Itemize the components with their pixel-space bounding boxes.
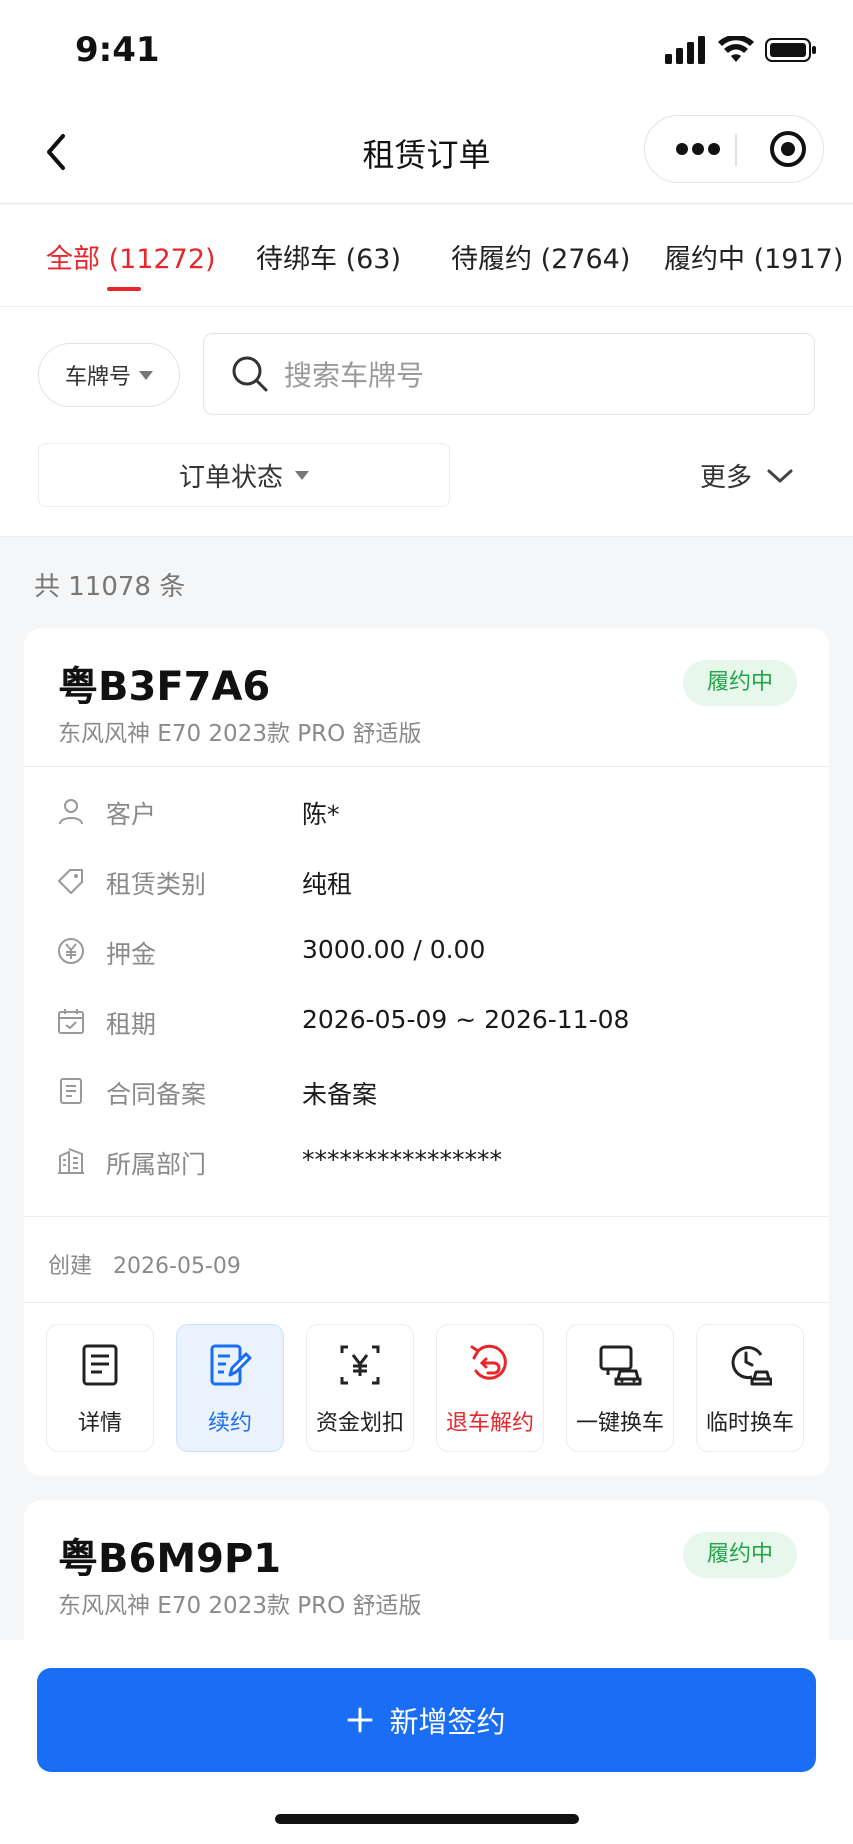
order-status-label: 订单状态	[178, 462, 283, 493]
edit-contract-icon	[177, 1341, 283, 1389]
wifi-icon	[717, 36, 754, 62]
more-button[interactable]	[665, 116, 731, 182]
return-terminate-button[interactable]: 退车解约	[436, 1324, 544, 1452]
field-label: 客户	[106, 800, 157, 829]
caret-down-icon	[295, 470, 309, 480]
miniapp-capsule	[644, 115, 824, 183]
action-label: 资金划扣	[315, 1411, 404, 1436]
home-indicator	[275, 1814, 579, 1824]
tag-icon	[54, 864, 88, 898]
plate-type-dropdown[interactable]: 车牌号	[38, 343, 180, 407]
temp-swap-car-button[interactable]: 临时换车	[696, 1324, 804, 1452]
user-icon	[54, 794, 88, 828]
quick-swap-car-button[interactable]: 一键换车	[566, 1324, 674, 1452]
field-value: 2026-05-09 ~ 2026-11-08	[302, 1005, 630, 1034]
more-filter-label: 更多	[700, 463, 753, 493]
status-bar: 9:41	[0, 0, 853, 100]
field-label: 所属部门	[106, 1150, 207, 1179]
close-miniapp-button[interactable]	[755, 116, 821, 182]
field-value: 未备案	[302, 1080, 378, 1109]
info-row-department: 所属部门 ****************	[54, 1142, 794, 1182]
status-badge: 履约中	[682, 660, 797, 706]
action-label: 临时换车	[705, 1411, 794, 1436]
caret-down-icon	[139, 370, 153, 380]
action-label: 续约	[207, 1411, 252, 1436]
status-icons	[664, 36, 817, 70]
capsule-divider	[735, 134, 737, 166]
add-contract-button[interactable]: 新增签约	[37, 1668, 816, 1772]
plate-number: 粤B3F7A6	[58, 664, 271, 710]
search-input[interactable]: 搜索车牌号	[203, 333, 815, 415]
detail-icon	[47, 1341, 153, 1389]
vehicle-model: 东风风神 E70 2023款 PRO 舒适版	[58, 721, 422, 747]
signal-icon	[664, 36, 705, 64]
order-card[interactable]: 粤B3F7A6 东风风神 E70 2023款 PRO 舒适版 履约中 客户 陈*…	[24, 628, 829, 1476]
divider	[24, 1302, 829, 1303]
more-filter-button[interactable]: 更多	[700, 457, 794, 494]
tab-pending-fulfill[interactable]: 待履约 (2764)	[451, 237, 630, 276]
calendar-icon	[54, 1004, 88, 1038]
tab-all[interactable]: 全部 (11272)	[46, 237, 216, 276]
add-contract-label: 新增签约	[389, 1705, 506, 1739]
field-label: 租赁类别	[106, 870, 207, 899]
search-placeholder: 搜索车牌号	[284, 359, 425, 392]
bottom-bar: 新增签约	[0, 1640, 853, 1844]
tab-fulfilling[interactable]: 履约中 (1917)	[664, 237, 843, 276]
more-dots-icon	[676, 143, 720, 155]
order-status-dropdown[interactable]: 订单状态	[38, 443, 450, 507]
action-label: 一键换车	[575, 1411, 664, 1436]
active-tab-indicator	[107, 287, 141, 291]
field-value: 3000.00 / 0.00	[302, 935, 486, 964]
filter-area: 车牌号 搜索车牌号 订单状态 更多	[0, 307, 853, 537]
tab-pending-bind[interactable]: 待绑车 (63)	[256, 237, 401, 276]
field-label: 租期	[106, 1010, 157, 1039]
field-value: 陈*	[302, 800, 340, 829]
action-label: 详情	[77, 1411, 122, 1436]
info-row-lease-term: 租期 2026-05-09 ~ 2026-11-08	[54, 1002, 794, 1042]
yuan-icon	[54, 934, 88, 968]
plate-type-label: 车牌号	[64, 365, 131, 390]
document-icon	[54, 1074, 88, 1108]
target-close-icon	[770, 131, 806, 167]
field-value: ****************	[302, 1145, 502, 1174]
plus-icon	[347, 1707, 373, 1733]
field-label: 合同备案	[106, 1080, 207, 1109]
info-row-deposit: 押金 3000.00 / 0.00	[54, 932, 794, 972]
nav-bar: 租赁订单	[0, 100, 853, 204]
divider	[24, 766, 829, 767]
result-count: 共 11078 条	[34, 572, 186, 602]
status-time: 9:41	[75, 30, 160, 70]
temp-swap-icon	[697, 1341, 803, 1389]
info-row-customer: 客户 陈*	[54, 792, 794, 832]
fund-deduct-icon	[307, 1341, 413, 1389]
search-icon	[232, 356, 268, 392]
created-label: 创建	[48, 1254, 93, 1279]
return-icon	[437, 1341, 543, 1389]
order-tabs: 全部 (11272) 待绑车 (63) 待履约 (2764) 履约中 (1917…	[0, 205, 853, 307]
action-bar: 详情 续约 资金划扣 退车解约 一键换车 临时换车	[46, 1324, 808, 1452]
fund-deduct-button[interactable]: 资金划扣	[306, 1324, 414, 1452]
info-row-lease-type: 租赁类别 纯租	[54, 862, 794, 902]
building-icon	[54, 1144, 88, 1178]
status-badge: 履约中	[682, 1532, 797, 1578]
field-label: 押金	[106, 940, 157, 969]
vehicle-model: 东风风神 E70 2023款 PRO 舒适版	[58, 1593, 422, 1619]
action-label: 退车解约	[445, 1411, 534, 1436]
created-info: 创建 2026-05-09	[48, 1248, 241, 1280]
info-row-contract-filing: 合同备案 未备案	[54, 1072, 794, 1112]
battery-icon	[765, 38, 816, 62]
renew-button[interactable]: 续约	[176, 1324, 284, 1452]
created-date: 2026-05-09	[113, 1254, 241, 1279]
detail-button[interactable]: 详情	[46, 1324, 154, 1452]
field-value: 纯租	[302, 870, 353, 899]
chevron-down-icon	[767, 469, 793, 482]
swap-car-icon	[567, 1341, 673, 1389]
plate-number: 粤B6M9P1	[58, 1536, 282, 1582]
divider	[24, 1216, 829, 1217]
